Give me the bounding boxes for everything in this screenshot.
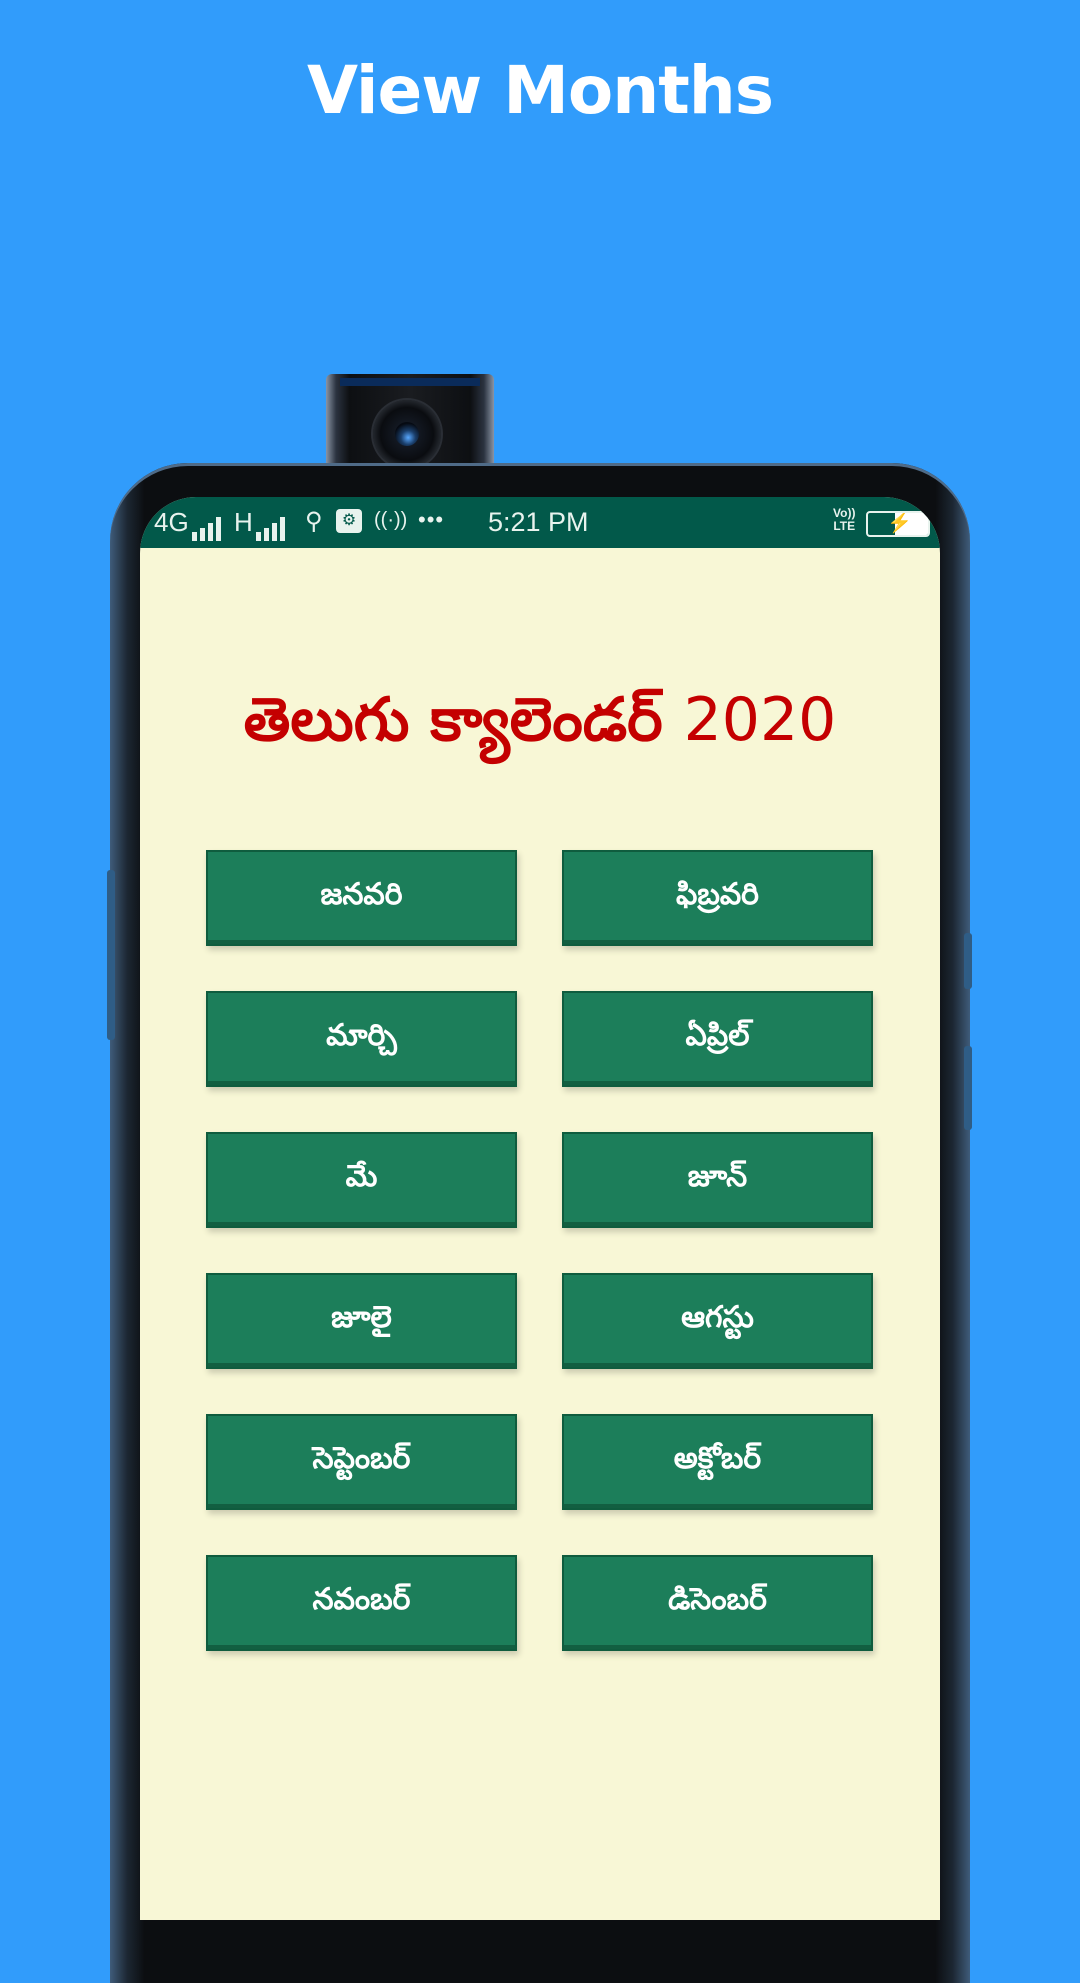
- month-button-december[interactable]: డిసెంబర్: [562, 1555, 873, 1651]
- month-grid: జనవరి ఫిబ్రవరి మార్చి ఏప్రిల్ మే జూన్ జూ…: [206, 850, 873, 1651]
- app-notification-icon: ⚙: [336, 509, 362, 533]
- side-button-left: [107, 870, 115, 1040]
- app-title-telugu: తెలుగు క్యాలెండర్: [243, 685, 663, 755]
- volte-label: Vo)): [833, 506, 856, 520]
- month-button-january[interactable]: జనవరి: [206, 850, 517, 946]
- month-button-september[interactable]: సెప్టెంబర్: [206, 1414, 517, 1510]
- camera-lens-glass: [395, 422, 419, 446]
- side-button-right-volume: [964, 933, 972, 989]
- app-title: తెలుగు క్యాలెండర్ 2020: [140, 685, 940, 769]
- more-notifications-icon: •••: [418, 507, 445, 532]
- month-button-april[interactable]: ఏప్రిల్: [562, 991, 873, 1087]
- popup-camera: [326, 374, 494, 474]
- volte-indicator: Vo)) LTE: [833, 507, 855, 533]
- camera-lens-icon: [373, 400, 441, 468]
- month-button-may[interactable]: మే: [206, 1132, 517, 1228]
- side-button-right-power: [964, 1046, 972, 1130]
- signal-bars-icon: [192, 510, 221, 541]
- battery-charging-icon: ⚡: [866, 511, 930, 537]
- usb-icon: ⚲: [305, 508, 323, 535]
- lte-label: LTE: [833, 519, 856, 533]
- charging-bolt-icon: ⚡: [887, 512, 912, 534]
- month-button-june[interactable]: జూన్: [562, 1132, 873, 1228]
- month-button-october[interactable]: అక్టోబర్: [562, 1414, 873, 1510]
- hotspot-icon: ((·)): [374, 509, 408, 531]
- month-button-march[interactable]: మార్చి: [206, 991, 517, 1087]
- month-button-november[interactable]: నవంబర్: [206, 1555, 517, 1651]
- camera-top-strip: [340, 378, 480, 386]
- network-h-label: H: [234, 507, 253, 537]
- month-button-august[interactable]: ఆగస్టు: [562, 1273, 873, 1369]
- month-button-july[interactable]: జూలై: [206, 1273, 517, 1369]
- status-time: 5:21 PM: [488, 507, 589, 537]
- app-title-year: 2020: [683, 685, 837, 755]
- promo-headline: View Months: [306, 52, 774, 129]
- signal-bars-icon-2: [256, 510, 285, 541]
- status-bar: 4G H ⚲ ⚙ ((·)) ••• 5:21 PM Vo)) LTE ⚡: [140, 497, 940, 548]
- phone-screen: 4G H ⚲ ⚙ ((·)) ••• 5:21 PM Vo)) LTE ⚡ తె…: [140, 497, 940, 1920]
- month-button-february[interactable]: ఫిబ్రవరి: [562, 850, 873, 946]
- network-4g-label: 4G: [154, 507, 189, 537]
